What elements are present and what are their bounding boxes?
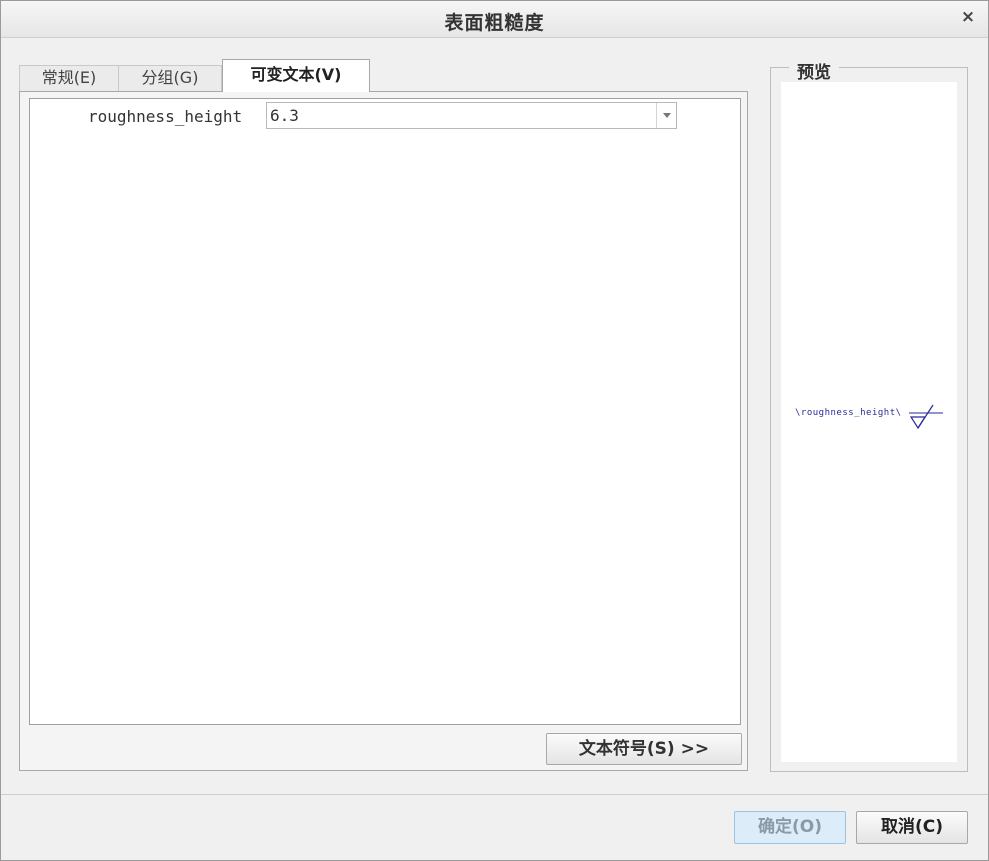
ok-button[interactable]: 确定(O) xyxy=(734,811,846,844)
tab-variable-text[interactable]: 可变文本(V) xyxy=(222,59,370,92)
preview-legend: 预览 xyxy=(789,58,839,83)
text-symbol-button[interactable]: 文本符号(S) >> xyxy=(546,733,742,765)
tab-general[interactable]: 常规(E) xyxy=(19,65,119,91)
param-name-roughness-height: roughness_height xyxy=(88,107,243,126)
preview-annotation-text: \roughness_height\ xyxy=(795,408,902,418)
variable-text-panel: roughness_height 6.3 文本符号(S) >> xyxy=(19,91,748,771)
variable-text-table: roughness_height 6.3 xyxy=(29,98,741,725)
surface-roughness-dialog: 表面粗糙度 × 常规(E) 分组(G) 可变文本(V) roughness_he… xyxy=(0,0,989,861)
close-icon[interactable]: × xyxy=(958,7,978,29)
chevron-down-icon[interactable] xyxy=(656,103,676,128)
roughness-height-combobox[interactable]: 6.3 xyxy=(266,102,677,129)
surface-roughness-symbol-icon xyxy=(909,404,943,430)
roughness-height-value[interactable]: 6.3 xyxy=(270,105,299,127)
dialog-title: 表面粗糙度 xyxy=(444,12,545,34)
preview-canvas: \roughness_height\ xyxy=(781,82,957,762)
title-bar[interactable]: 表面粗糙度 × xyxy=(1,1,988,38)
footer-separator xyxy=(1,794,988,795)
cancel-button[interactable]: 取消(C) xyxy=(856,811,968,844)
preview-group: 预览 \roughness_height\ xyxy=(770,58,968,772)
tab-group[interactable]: 分组(G) xyxy=(118,65,222,91)
